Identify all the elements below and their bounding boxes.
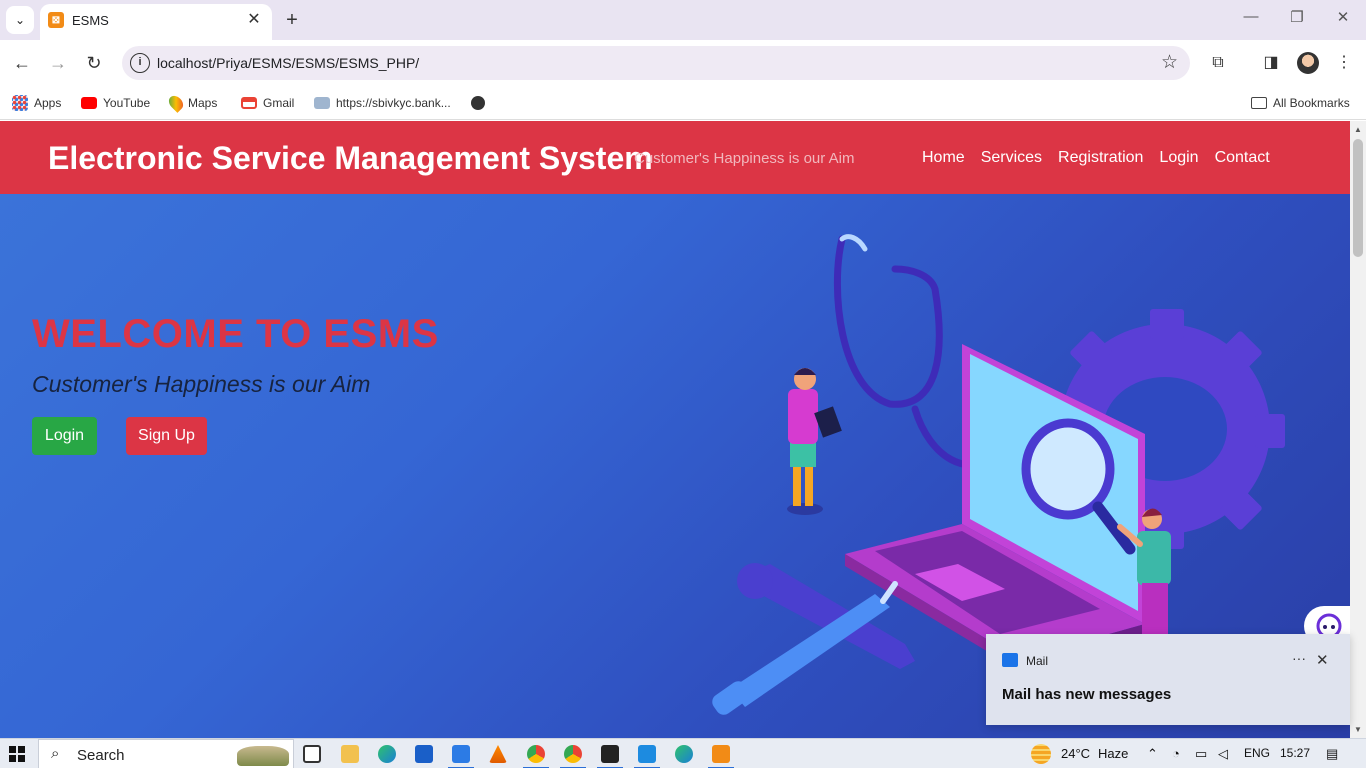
store-icon[interactable] (415, 745, 433, 763)
side-panel-icon[interactable]: ◨ (1260, 52, 1282, 74)
apps-grid-icon (12, 95, 28, 111)
mail-app-icon[interactable] (448, 745, 474, 768)
url-text[interactable]: localhost/Priya/ESMS/ESMS/ESMS_PHP/ (157, 55, 419, 71)
chevron-up-icon[interactable]: ⌃ (1147, 746, 1158, 762)
bookmark-label: https://sbivkyc.bank... (336, 96, 451, 110)
hero-title: WELCOME TO ESMS (32, 312, 439, 356)
vscode-icon[interactable] (634, 745, 660, 768)
battery-icon[interactable]: ▭ (1195, 746, 1207, 762)
forward-button[interactable]: → (45, 50, 71, 76)
nav-home[interactable]: Home (922, 149, 965, 167)
bookmark-gmail[interactable]: Gmail (241, 93, 294, 113)
bookmark-star-icon[interactable]: ☆ (1161, 51, 1178, 74)
scroll-down-icon[interactable]: ▼ (1354, 725, 1362, 734)
bookmark-maps[interactable]: Maps (166, 93, 218, 113)
gmail-icon (241, 97, 257, 109)
site-brand[interactable]: Electronic Service Management System (48, 140, 653, 177)
bookmark-sbi[interactable]: https://sbivkyc.bank... (314, 93, 451, 113)
scrollbar-thumb[interactable] (1353, 139, 1363, 257)
site-tagline: Customer's Happiness is our Aim (634, 150, 855, 167)
taskbar-search[interactable]: ⌕ Search (38, 739, 294, 768)
wifi-icon[interactable]: ◔ (1172, 746, 1180, 761)
menu-icon[interactable]: ⋮ (1333, 52, 1355, 74)
search-highlight-image (237, 746, 289, 766)
new-tab-button[interactable]: + (280, 8, 304, 32)
chrome-icon[interactable] (523, 745, 549, 768)
search-label: Search (77, 747, 125, 764)
globe-icon (471, 96, 485, 110)
nav-registration[interactable]: Registration (1058, 149, 1143, 167)
page-icon (314, 97, 330, 109)
browser-tab[interactable]: ⊠ ESMS ✕ (40, 4, 272, 40)
edge-icon[interactable] (675, 745, 693, 763)
search-icon: ⌕ (51, 745, 60, 762)
maps-pin-icon (166, 93, 186, 113)
clock[interactable]: 15:27 (1280, 746, 1310, 760)
chrome-icon[interactable] (560, 745, 586, 768)
bookmark-apps[interactable]: Apps (12, 93, 61, 113)
xampp-icon[interactable] (708, 745, 734, 768)
page-scrollbar[interactable]: ▲ ▼ (1350, 121, 1366, 738)
signup-button[interactable]: Sign Up (126, 417, 207, 455)
windows-start-icon[interactable] (9, 746, 25, 762)
youtube-icon (81, 97, 97, 109)
task-view-icon[interactable] (303, 745, 321, 763)
xampp-favicon-icon: ⊠ (48, 12, 64, 28)
folder-icon (1251, 97, 1267, 109)
weather-temp[interactable]: 24°C (1061, 746, 1090, 761)
nav-contact[interactable]: Contact (1215, 149, 1270, 167)
extensions-icon[interactable]: ⧉ (1207, 52, 1229, 74)
tab-title: ESMS (72, 13, 109, 28)
bookmarks-bar: Apps YouTube Maps Gmail https://sbivkyc.… (0, 86, 1366, 120)
bookmark-youtube[interactable]: YouTube (81, 93, 150, 113)
nav-links: Home Services Registration Login Contact (922, 149, 1270, 167)
all-bookmarks[interactable]: All Bookmarks (1251, 93, 1350, 113)
notification-center-icon[interactable]: ▤ (1326, 746, 1338, 762)
mail-notification[interactable]: Mail ··· ✕ Mail has new messages (986, 634, 1350, 725)
terminal-icon[interactable] (597, 745, 623, 768)
mail-icon (1002, 653, 1018, 667)
edge-icon[interactable] (378, 745, 396, 763)
weather-desc[interactable]: Haze (1098, 746, 1128, 761)
notification-app: Mail (1026, 654, 1049, 668)
site-info-icon[interactable]: i (130, 53, 150, 73)
site-navbar: Electronic Service Management System Cus… (0, 121, 1350, 194)
nav-services[interactable]: Services (981, 149, 1042, 167)
bookmark-label: Gmail (263, 96, 295, 110)
bookmark-label: Maps (188, 96, 218, 110)
minimize-button[interactable]: — (1236, 8, 1266, 25)
login-button[interactable]: Login (32, 417, 97, 455)
back-button[interactable]: ← (9, 50, 35, 76)
tab-search-button[interactable]: ⌄ (6, 6, 34, 34)
profile-avatar[interactable] (1297, 52, 1319, 74)
browser-toolbar: ← → ↻ i localhost/Priya/ESMS/ESMS/ESMS_P… (0, 40, 1366, 86)
more-options-icon[interactable]: ··· (1292, 650, 1306, 666)
bookmark-label: YouTube (103, 96, 151, 110)
weather-icon[interactable] (1031, 744, 1051, 764)
bookmark-label: Apps (34, 96, 62, 110)
vlc-icon[interactable] (489, 745, 507, 763)
windows-taskbar: ⌕ Search 24°C Haze ⌃ ◔ ▭ ◁ ENG 15:27 ▤ (0, 738, 1366, 768)
close-window-button[interactable]: ✕ (1328, 8, 1358, 26)
browser-tab-strip: ⌄ ⊠ ESMS ✕ + — ❐ ✕ (0, 0, 1366, 40)
file-explorer-icon[interactable] (341, 745, 359, 763)
language-indicator[interactable]: ENG (1244, 746, 1270, 760)
notification-close-icon[interactable]: ✕ (1316, 651, 1329, 669)
tab-close-icon[interactable]: ✕ (244, 10, 264, 30)
address-bar[interactable]: i localhost/Priya/ESMS/ESMS/ESMS_PHP/ ☆ (122, 46, 1190, 80)
all-bookmarks-label: All Bookmarks (1273, 96, 1350, 110)
notification-message: Mail has new messages (1002, 686, 1172, 703)
scroll-up-icon[interactable]: ▲ (1354, 125, 1362, 134)
person-illustration (787, 368, 842, 515)
reload-button[interactable]: ↻ (81, 50, 107, 76)
nav-login[interactable]: Login (1159, 149, 1198, 167)
restore-button[interactable]: ❐ (1282, 8, 1312, 26)
bookmark-globe[interactable] (471, 93, 485, 113)
volume-icon[interactable]: ◁ (1218, 746, 1228, 762)
hero-subtitle: Customer's Happiness is our Aim (32, 371, 371, 397)
